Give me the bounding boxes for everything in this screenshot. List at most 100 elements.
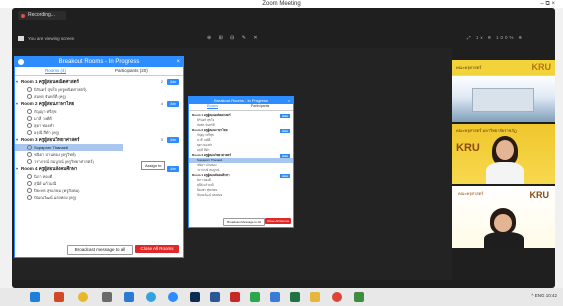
tab-rooms[interactable]: Rooms — [207, 104, 219, 109]
media-icon[interactable] — [354, 292, 364, 302]
close-all-rooms-button[interactable]: Close All Rooms — [135, 245, 179, 253]
room-1[interactable]: ▾ Room 1 ครูผู้สอนคณิตศาสตร์ 2 Join — [15, 78, 183, 86]
chrome-icon[interactable] — [78, 292, 88, 302]
line-icon[interactable] — [250, 292, 260, 302]
folder-icon[interactable] — [310, 292, 320, 302]
files-icon[interactable] — [102, 292, 112, 302]
join-button[interactable]: Join — [167, 166, 179, 172]
remote-desktop: Breakout Rooms - In Progress × Rooms (4)… — [12, 48, 452, 280]
join-button[interactable]: Join — [167, 137, 179, 143]
room-3[interactable]: ▾ Room 3 ครูผู้สอนวิทยาศาสตร์ 3 Join — [15, 136, 183, 144]
tab-rooms[interactable]: Rooms (4) — [45, 68, 67, 74]
store-icon[interactable] — [124, 292, 134, 302]
secondary-panel-title: Breakout Rooms - In Progress — [214, 98, 268, 103]
video-tile-2[interactable]: KRU คณะครุศาสตร์ มหาวิทยาลัยราชภัฏ — [452, 124, 555, 184]
mic-icon — [27, 123, 32, 129]
tile-caption: คณะครุศาสตร์ — [458, 191, 484, 196]
kru-logo: KRU — [456, 142, 480, 154]
view-controls[interactable]: ⤢ 1x ⊖ 100% ⊕ — [467, 35, 524, 40]
video-tile-3[interactable]: KRU คณะครุศาสตร์ — [452, 186, 555, 248]
caret-down-icon: ▾ — [16, 137, 19, 142]
system-tray[interactable]: ^ ENG 10:42 — [531, 293, 557, 298]
join-button[interactable]: Join — [279, 128, 290, 133]
breakout-rooms-panel-secondary: Breakout Rooms - In Progress × Rooms Par… — [188, 96, 294, 228]
tab-participants[interactable]: Participants — [251, 104, 269, 108]
member-name: Supaporn Thanasit — [34, 145, 68, 150]
room-name: Room 1 ครูผู้สอนคณิตศาสตร์ — [192, 113, 231, 117]
member-name: สุนีย์ แก้วมณี — [34, 181, 57, 186]
acrobat-icon[interactable] — [230, 292, 240, 302]
room-name: Room 2 ครูผู้สอนภาษาไทย — [21, 101, 75, 106]
window-title: Zoom Meeting — [262, 1, 301, 7]
close-all-rooms-button[interactable]: Close All Rooms — [265, 218, 291, 224]
participant-face — [496, 140, 514, 160]
word-icon[interactable] — [210, 292, 220, 302]
powerpoint-icon[interactable] — [54, 292, 64, 302]
list-item-selected[interactable]: Supaporn Thanasit — [15, 144, 123, 151]
close-icon[interactable]: × — [176, 57, 180, 67]
mic-icon — [27, 116, 32, 122]
room-2[interactable]: ▾ Room 2 ครูผู้สอนภาษาไทย 4 Join — [15, 100, 183, 108]
annotation-tools[interactable]: ⊕ ⊞ ⊟ ✎ ✕ — [207, 35, 261, 41]
list-item: นิรันดร์ สุขใจ (ครูคณิตศาสตร์) — [15, 86, 183, 93]
video-tile-1[interactable]: KRU คณะครุศาสตร์ — [452, 60, 555, 122]
broadcast-button[interactable]: Broadcast Message to All — [223, 218, 265, 226]
participant-shirt — [486, 162, 524, 184]
member-name: สมพร จันทร์ดี (ครู) — [34, 94, 67, 99]
mic-icon — [27, 152, 32, 158]
share-toolbar: You are viewing screen ⊕ ⊞ ⊟ ✎ ✕ ⤢ 1x ⊖ … — [12, 34, 555, 44]
recording-label: Recording... — [28, 12, 55, 18]
explorer-icon[interactable] — [270, 292, 280, 302]
mic-icon — [27, 195, 32, 201]
window-titlebar: Zoom Meeting – ⧉ × — [0, 0, 563, 8]
tab-participants[interactable]: Participants (20) — [115, 68, 148, 73]
chrome-icon[interactable] — [332, 292, 342, 302]
member-name: วราภรณ์ สมบูรณ์ (ครูวิทยาศาสตร์) — [34, 159, 94, 164]
room-1[interactable]: Room 1 ครูผู้สอนคณิตศาสตร์ Join — [189, 113, 293, 118]
zoom-icon[interactable] — [168, 292, 178, 302]
caret-down-icon: ▾ — [16, 79, 19, 84]
join-button[interactable]: Join — [167, 79, 179, 85]
record-dot-icon — [21, 13, 25, 18]
zoom-logo-icon — [18, 59, 24, 65]
excel-icon[interactable] — [290, 292, 300, 302]
list-item: สุนีย์ แก้วมณี — [15, 180, 183, 187]
edge-icon[interactable] — [146, 292, 156, 302]
room-name: Room 4 ครูผู้สอนสังคมศึกษา — [21, 166, 78, 171]
join-button[interactable]: Join — [167, 101, 179, 107]
breakout-rooms-panel: Breakout Rooms - In Progress × Rooms (4)… — [14, 56, 184, 258]
member-name: มาลี วงศ์ดี — [34, 116, 52, 121]
broadcast-button[interactable]: Broadcast message to all — [67, 245, 133, 255]
close-icon[interactable]: × — [288, 97, 290, 104]
member-name: นิรันดร์ สุขใจ (ครูคณิตศาสตร์) — [34, 87, 87, 92]
list-item: ปัณณวัฒน์ แสงทอง — [197, 193, 223, 197]
building-image — [472, 88, 534, 112]
mic-icon — [27, 181, 32, 187]
assign-to-popup[interactable]: Assign to — [141, 161, 166, 170]
member-name: กัญญา ศรีสุข — [34, 109, 57, 114]
list-item: ปัณณวัฒน์ แสงทอง (ครู) — [15, 194, 183, 201]
start-icon[interactable] — [30, 292, 40, 302]
screen-icon — [18, 36, 24, 42]
join-button[interactable]: Join — [279, 153, 290, 158]
room-name: Room 3 ครูผู้สอนวิทยาศาสตร์ — [192, 153, 231, 157]
caret-down-icon: ▾ — [16, 166, 19, 171]
photoshop-icon[interactable] — [190, 292, 200, 302]
mic-icon — [27, 130, 32, 136]
windows-taskbar: ^ ENG 10:42 — [0, 288, 563, 306]
join-button[interactable]: Join — [279, 113, 290, 118]
kru-logo: KRU — [529, 190, 550, 200]
tile-caption: คณะครุศาสตร์ — [456, 65, 482, 70]
window-controls[interactable]: – ⧉ × — [541, 0, 555, 8]
join-button[interactable]: Join — [279, 173, 290, 178]
room-3[interactable]: Room 3 ครูผู้สอนวิทยาศาสตร์ Join — [189, 153, 293, 158]
list-item: มาลี วงศ์ดี — [15, 115, 183, 122]
room-4[interactable]: Room 4 ครูผู้สอนสังคมศึกษา Join — [189, 173, 293, 178]
breakout-panel-title: Breakout Rooms - In Progress — [58, 59, 140, 65]
participant-shirt — [484, 232, 524, 248]
share-title: You are viewing screen — [18, 36, 74, 42]
room-2[interactable]: Room 2 ครูผู้สอนภาษาไทย Join — [189, 128, 293, 133]
room-name: Room 1 ครูผู้สอนคณิตศาสตร์ — [21, 79, 79, 84]
member-name: ปัณณวัฒน์ แสงทอง (ครู) — [34, 195, 77, 200]
recording-indicator[interactable]: Recording... — [18, 11, 66, 20]
